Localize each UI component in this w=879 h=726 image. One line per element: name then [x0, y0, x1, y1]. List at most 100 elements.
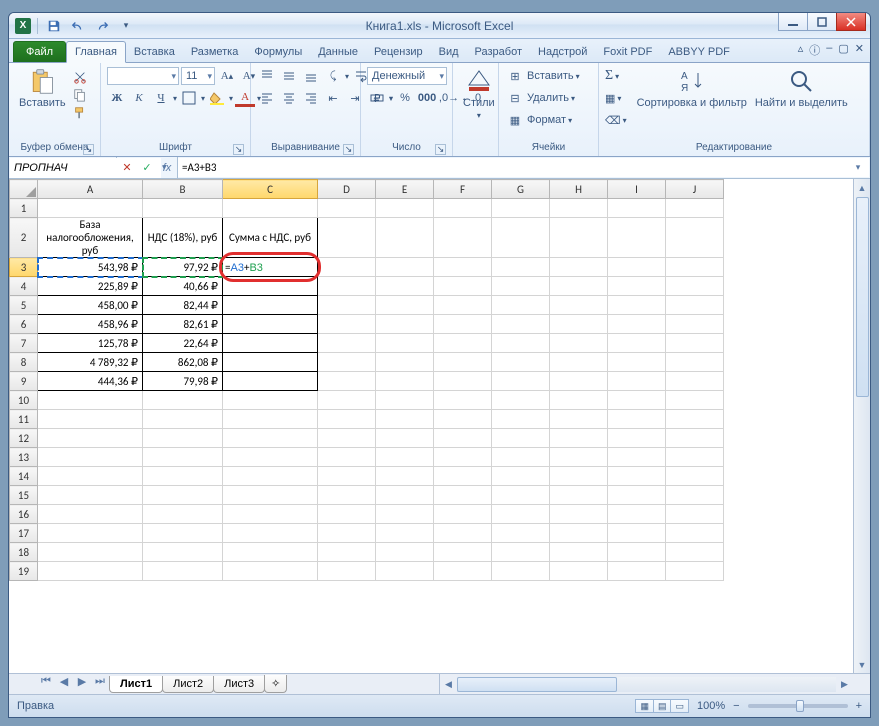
row-header-13[interactable]: 13	[10, 448, 38, 467]
formula-expand-icon[interactable]: ▾	[851, 162, 865, 173]
scroll-thumb[interactable]	[856, 197, 869, 397]
cell-C8[interactable]	[223, 353, 318, 372]
tab-developer[interactable]: Разработ	[467, 42, 530, 62]
row-header-2[interactable]: 2	[10, 218, 38, 258]
tab-abbyy[interactable]: ABBYY PDF	[660, 42, 738, 62]
horizontal-scrollbar[interactable]: ◀▶	[439, 674, 853, 694]
view-pagebreak-icon[interactable]: ▭	[670, 699, 689, 713]
italic-button[interactable]: К	[129, 89, 149, 107]
font-name-combo[interactable]	[107, 67, 179, 85]
sheet-tab-3[interactable]: Лист3	[213, 676, 265, 693]
qat-save[interactable]	[44, 16, 64, 36]
sort-filter-button[interactable]: АЯСортировка и фильтр	[633, 65, 751, 111]
format-cells-label[interactable]: Формат	[527, 114, 566, 126]
row-header-4[interactable]: 4	[10, 277, 38, 296]
comma-icon[interactable]: 000	[417, 89, 437, 107]
tab-data[interactable]: Данные	[310, 42, 366, 62]
autosum-icon[interactable]: Σ	[605, 68, 613, 84]
accounting-icon[interactable]: ₽	[367, 89, 387, 107]
worksheet-grid[interactable]: ABCDEFGHIJ12База налогообложения, рубНДС…	[9, 179, 853, 673]
font-size-combo[interactable]: 11	[181, 67, 215, 85]
col-header-G[interactable]: G	[492, 180, 550, 199]
row-header-10[interactable]: 10	[10, 391, 38, 410]
col-header-H[interactable]: H	[550, 180, 608, 199]
row-header-1[interactable]: 1	[10, 199, 38, 218]
fill-icon[interactable]: ▦	[605, 92, 615, 105]
orientation-icon[interactable]: ⤹	[323, 67, 343, 85]
formula-cancel-button[interactable]: ✕	[117, 161, 137, 174]
row-header-11[interactable]: 11	[10, 410, 38, 429]
zoom-out-button[interactable]: −	[733, 700, 739, 712]
row-header-6[interactable]: 6	[10, 315, 38, 334]
cell-C6[interactable]	[223, 315, 318, 334]
scroll-down-icon[interactable]: ▼	[854, 656, 870, 673]
tab-nav-prev-icon[interactable]: ◀	[55, 675, 73, 693]
doc-close-icon[interactable]: ✕	[855, 42, 864, 58]
insert-function-button[interactable]: fx	[157, 162, 177, 174]
tab-view[interactable]: Вид	[431, 42, 467, 62]
row-header-3[interactable]: 3	[10, 258, 38, 277]
paste-button[interactable]: Вставить	[15, 65, 70, 111]
view-layout-icon[interactable]: ▤	[653, 699, 672, 713]
format-painter-button[interactable]	[70, 104, 90, 122]
tab-layout[interactable]: Разметка	[183, 42, 247, 62]
col-header-F[interactable]: F	[434, 180, 492, 199]
grow-font-icon[interactable]: A▴	[217, 67, 237, 85]
insert-cells-label[interactable]: Вставить	[527, 70, 574, 82]
row-header-15[interactable]: 15	[10, 486, 38, 505]
col-header-D[interactable]: D	[318, 180, 376, 199]
cell-A3[interactable]: 543,98 ₽	[38, 258, 143, 277]
cell-A9[interactable]: 444,36 ₽	[38, 372, 143, 391]
view-normal-icon[interactable]: ▦	[635, 699, 654, 713]
align-bottom-icon[interactable]	[301, 67, 321, 85]
cell-B4[interactable]: 40,66 ₽	[143, 277, 223, 296]
cell-B8[interactable]: 862,08 ₽	[143, 353, 223, 372]
cell-B6[interactable]: 82,61 ₽	[143, 315, 223, 334]
name-box[interactable]: ▾	[9, 157, 117, 178]
number-launcher-icon[interactable]: ↘	[435, 144, 446, 155]
row-header-12[interactable]: 12	[10, 429, 38, 448]
styles-button[interactable]: Стили▾	[459, 65, 499, 122]
vertical-scrollbar[interactable]: ▲ ▼	[853, 179, 870, 673]
align-center-icon[interactable]	[279, 89, 299, 107]
tab-nav-first-icon[interactable]: ⏮	[37, 675, 55, 693]
tab-formulas[interactable]: Формулы	[246, 42, 310, 62]
find-select-button[interactable]: Найти и выделить	[751, 65, 852, 111]
col-header-B[interactable]: B	[143, 180, 223, 199]
col-header-E[interactable]: E	[376, 180, 434, 199]
doc-restore-icon[interactable]: ▢	[838, 42, 848, 58]
window-close[interactable]	[836, 13, 866, 31]
row-header-9[interactable]: 9	[10, 372, 38, 391]
qat-customize-icon[interactable]: ▾	[116, 16, 136, 36]
cell-B5[interactable]: 82,44 ₽	[143, 296, 223, 315]
scroll-up-icon[interactable]: ▲	[854, 179, 870, 196]
help-icon[interactable]: ⓘ	[809, 42, 820, 58]
col-header-J[interactable]: J	[666, 180, 724, 199]
cell-A8[interactable]: 4 789,32 ₽	[38, 353, 143, 372]
select-all-corner[interactable]	[10, 180, 38, 199]
window-minimize[interactable]	[778, 13, 808, 31]
cell-C7[interactable]	[223, 334, 318, 353]
col-header-C[interactable]: C	[223, 180, 318, 199]
align-launcher-icon[interactable]: ↘	[343, 144, 354, 155]
copy-button[interactable]	[70, 86, 90, 104]
cell-A5[interactable]: 458,00 ₽	[38, 296, 143, 315]
tab-review[interactable]: Рецензир	[366, 42, 431, 62]
cell-C4[interactable]	[223, 277, 318, 296]
delete-cells-icon[interactable]: ⊟	[505, 89, 525, 107]
row-header-14[interactable]: 14	[10, 467, 38, 486]
borders-button[interactable]	[179, 89, 199, 107]
cut-button[interactable]	[70, 68, 90, 86]
delete-cells-label[interactable]: Удалить	[527, 92, 569, 104]
percent-icon[interactable]: %	[395, 89, 415, 107]
cell-A4[interactable]: 225,89 ₽	[38, 277, 143, 296]
tab-nav-next-icon[interactable]: ▶	[73, 675, 91, 693]
cell-C5[interactable]	[223, 296, 318, 315]
row-header-17[interactable]: 17	[10, 524, 38, 543]
formula-enter-button[interactable]: ✓	[137, 161, 157, 174]
cell-C9[interactable]	[223, 372, 318, 391]
cell-A7[interactable]: 125,78 ₽	[38, 334, 143, 353]
qat-undo[interactable]	[68, 16, 88, 36]
qat-redo[interactable]	[92, 16, 112, 36]
row-header-19[interactable]: 19	[10, 562, 38, 581]
